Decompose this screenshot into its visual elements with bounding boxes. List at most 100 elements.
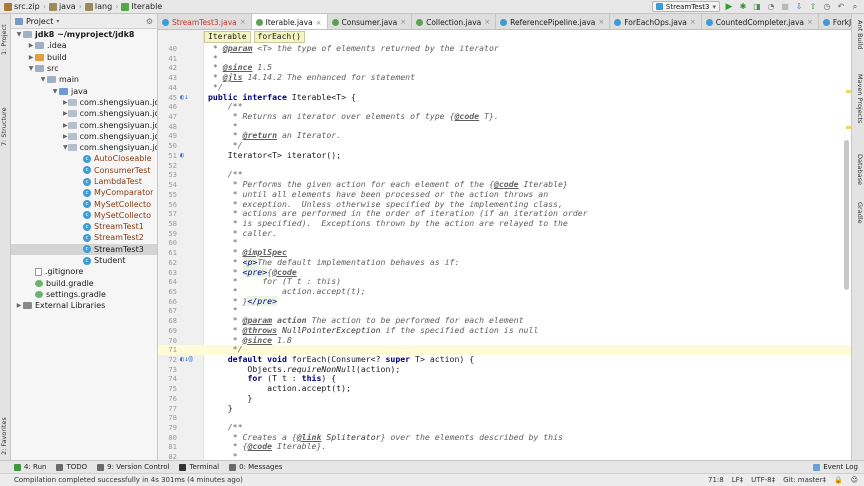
- code-line[interactable]: 51 ◐ Iterator<T> iterator();: [158, 150, 851, 161]
- close-icon[interactable]: ×: [690, 18, 696, 26]
- tool-window-button[interactable]: 4: Run: [14, 463, 46, 471]
- tree-item[interactable]: ▶ External Libraries: [11, 300, 157, 311]
- editor-tab[interactable]: Collection.java ×: [412, 14, 497, 29]
- chevron-down-icon[interactable]: ▾: [56, 18, 59, 25]
- expand-arrow-icon[interactable]: ▼: [63, 144, 68, 151]
- tool-tab-gradle[interactable]: Gradle: [853, 202, 864, 232]
- tree-item[interactable]: c MyComparator: [11, 187, 157, 198]
- breadcrumb-item[interactable]: Iterable: [131, 2, 162, 11]
- line-number[interactable]: 49: [158, 131, 177, 141]
- history-button[interactable]: ◷: [822, 2, 832, 12]
- close-icon[interactable]: ×: [484, 18, 490, 26]
- expand-arrow-icon[interactable]: ▶: [27, 54, 35, 61]
- revert-button[interactable]: ↶: [836, 2, 846, 12]
- stop-button[interactable]: ■: [780, 2, 790, 12]
- line-number[interactable]: 61: [158, 248, 177, 258]
- line-number[interactable]: 68: [158, 316, 177, 326]
- tree-item[interactable]: build.gradle: [11, 278, 157, 289]
- editor-tab[interactable]: ReferencePipeline.java ×: [496, 14, 611, 29]
- close-icon[interactable]: ×: [807, 18, 813, 26]
- tool-window-button[interactable]: 9: Version Control: [97, 463, 169, 471]
- line-separator[interactable]: LF‡: [732, 476, 743, 484]
- code-line[interactable]: 59 * caller.: [158, 228, 851, 239]
- search-everywhere-button[interactable]: ⌕: [850, 2, 860, 12]
- expand-arrow-icon[interactable]: ▼: [51, 88, 59, 95]
- code-line[interactable]: 49 * @return an Iterator.: [158, 131, 851, 141]
- tree-item[interactable]: ▶ build: [11, 52, 157, 63]
- implementation-marker-icon[interactable]: ◐: [180, 151, 184, 161]
- line-number[interactable]: 78: [158, 413, 177, 423]
- expand-arrow-icon[interactable]: ▼: [15, 31, 23, 38]
- line-number[interactable]: 67: [158, 306, 177, 316]
- line-number[interactable]: 58: [158, 219, 177, 229]
- editor-scrollbar[interactable]: [844, 140, 849, 290]
- line-number[interactable]: 52: [158, 161, 177, 171]
- tree-item[interactable]: c StreamTest1: [11, 221, 157, 232]
- implementation-marker-icon[interactable]: ◐↓: [180, 93, 188, 103]
- tree-item[interactable]: ▼ com.shengsiyuan.jdk: [11, 142, 157, 153]
- tree-item[interactable]: c ConsumerTest: [11, 165, 157, 176]
- tree-item[interactable]: ▶ com.shengsiyuan.jdk: [11, 119, 157, 130]
- code-line[interactable]: 52: [158, 161, 851, 171]
- line-number[interactable]: 55: [158, 190, 177, 200]
- editor-tab[interactable]: Consumer.java ×: [328, 14, 413, 29]
- code-line[interactable]: 43 * @jls 14.14.2 The enhanced for state…: [158, 72, 851, 83]
- expand-arrow-icon[interactable]: ▶: [63, 122, 68, 129]
- line-number[interactable]: 82: [158, 452, 177, 460]
- line-number[interactable]: 75: [158, 384, 177, 394]
- code-line[interactable]: 81 * {@code Iterable}.: [158, 442, 851, 452]
- tool-window-button[interactable]: 0: Messages: [229, 463, 282, 471]
- file-encoding[interactable]: UTF-8‡: [751, 476, 775, 484]
- tool-tab-favorites[interactable]: 2: Favorites: [0, 414, 11, 458]
- line-number[interactable]: 60: [158, 238, 177, 248]
- line-number[interactable]: 63: [158, 268, 177, 278]
- expand-arrow-icon[interactable]: ▶: [63, 110, 68, 117]
- code-line[interactable]: 47 * Returns an iterator over elements o…: [158, 111, 851, 122]
- tree-item[interactable]: ▼ jdk8 ~/myproject/jdk8: [11, 29, 157, 40]
- line-number[interactable]: 56: [158, 200, 177, 210]
- tool-tab-structure[interactable]: 7: Structure: [0, 102, 11, 152]
- code-line[interactable]: 40 * @param <T> the type of elements ret…: [158, 43, 851, 54]
- line-number[interactable]: 54: [158, 180, 177, 190]
- line-number[interactable]: 70: [158, 336, 177, 346]
- expand-arrow-icon[interactable]: ▶: [63, 99, 68, 106]
- tree-item[interactable]: c Student: [11, 255, 157, 266]
- close-icon[interactable]: ×: [240, 18, 246, 26]
- tree-item[interactable]: c StreamTest3: [11, 243, 157, 255]
- event-log-button[interactable]: Event Log: [813, 463, 858, 471]
- tool-tab-project[interactable]: 1: Project: [0, 18, 11, 62]
- line-number[interactable]: 41: [158, 54, 177, 64]
- line-number[interactable]: 76: [158, 394, 177, 404]
- vcs-commit-button[interactable]: ⇧: [808, 2, 818, 12]
- tree-item[interactable]: c StreamTest2: [11, 232, 157, 243]
- tree-item[interactable]: c MySetCollecto: [11, 198, 157, 209]
- tree-item[interactable]: ▼ main: [11, 74, 157, 85]
- code-line[interactable]: 66 * }</pre>: [158, 295, 851, 307]
- expand-arrow-icon[interactable]: ▶: [15, 302, 23, 309]
- code-line[interactable]: 75 action.accept(t);: [158, 383, 851, 394]
- tree-item[interactable]: ▼ src: [11, 63, 157, 74]
- line-number[interactable]: 53: [158, 170, 177, 180]
- inspector-icon[interactable]: ☺: [851, 476, 858, 484]
- line-number[interactable]: 66: [158, 297, 177, 307]
- line-number[interactable]: 46: [158, 102, 177, 112]
- close-icon[interactable]: ×: [598, 18, 604, 26]
- vcs-update-button[interactable]: ⇩: [794, 2, 804, 12]
- editor-tab[interactable]: CountedCompleter.java ×: [702, 14, 819, 29]
- line-number[interactable]: 81: [158, 442, 177, 452]
- code-editor[interactable]: Iterable forEach() 40 * @param <T> the t…: [158, 30, 851, 460]
- tree-item[interactable]: .gitignore: [11, 266, 157, 277]
- expand-arrow-icon[interactable]: ▼: [27, 65, 35, 72]
- expand-arrow-icon[interactable]: ▶: [63, 133, 68, 140]
- tool-tab-database[interactable]: Database: [853, 154, 864, 190]
- tree-item[interactable]: ▼ java: [11, 85, 157, 96]
- tool-window-button[interactable]: TODO: [56, 463, 87, 471]
- tool-window-button[interactable]: Terminal: [179, 463, 219, 471]
- editor-crumb-class[interactable]: Iterable: [204, 31, 251, 43]
- code-line[interactable]: 78: [158, 413, 851, 423]
- line-number[interactable]: 57: [158, 209, 177, 219]
- line-number[interactable]: 40: [158, 44, 177, 54]
- tool-tab-ant-build[interactable]: Ant Build: [853, 20, 864, 56]
- line-number[interactable]: 47: [158, 112, 177, 122]
- tree-item[interactable]: c AutoCloseable: [11, 153, 157, 164]
